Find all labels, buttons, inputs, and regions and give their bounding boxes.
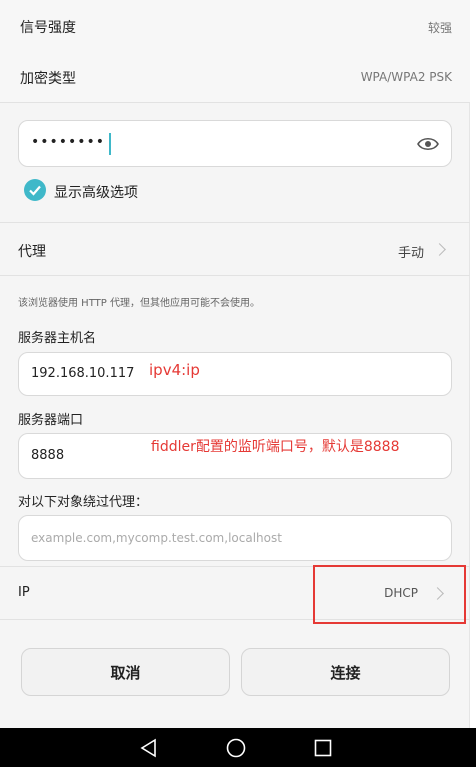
bypass-label: 对以下对象绕过代理：: [18, 495, 149, 510]
signal-label: 信号强度: [20, 20, 76, 36]
port-annotation: fiddler配置的监听端口号，默认是8888: [151, 439, 400, 455]
ip-label: IP: [18, 585, 30, 600]
password-field[interactable]: ••••••••: [18, 120, 452, 167]
recents-icon[interactable]: [314, 739, 332, 761]
proxy-label: 代理: [18, 244, 46, 260]
proxy-note: 该浏览器使用 HTTP 代理，但其他应用可能不会使用。: [18, 298, 260, 309]
encryption-row: 加密类型 WPA/WPA2 PSK: [0, 50, 470, 103]
signal-value: 较强: [427, 21, 452, 35]
encryption-value: WPA/WPA2 PSK: [360, 70, 452, 84]
scroll-edge: [469, 0, 476, 728]
chevron-right-icon: [433, 243, 446, 256]
port-value: 8888: [31, 448, 65, 463]
bypass-input[interactable]: example.com,mycomp.test.com,localhost: [18, 515, 452, 561]
bypass-placeholder: example.com,mycomp.test.com,localhost: [31, 531, 282, 545]
eye-icon[interactable]: [417, 135, 439, 157]
port-label: 服务器端口: [18, 413, 84, 428]
home-icon[interactable]: [226, 738, 246, 762]
hostname-input[interactable]: 192.168.10.117: [18, 352, 452, 396]
hostname-label: 服务器主机名: [18, 331, 97, 346]
proxy-value: 手动: [397, 246, 424, 261]
password-value: ••••••••: [31, 134, 106, 150]
encryption-label: 加密类型: [20, 71, 76, 87]
hostname-value: 192.168.10.117: [31, 366, 135, 381]
highlight-box: [313, 565, 466, 624]
back-icon[interactable]: [139, 738, 159, 762]
checkbox-checked-icon[interactable]: [24, 179, 46, 201]
hostname-annotation: ipv4:ip: [149, 361, 200, 379]
cancel-button[interactable]: 取消: [21, 648, 230, 696]
advanced-options-label: 显示高级选项: [54, 185, 138, 201]
system-nav-bar: [0, 728, 476, 767]
proxy-row[interactable]: 代理 手动: [0, 222, 470, 276]
signal-row: 信号强度 较强: [0, 0, 470, 51]
connect-button[interactable]: 连接: [241, 648, 450, 696]
text-cursor: [109, 133, 111, 155]
advanced-options-toggle[interactable]: 显示高级选项: [24, 179, 224, 203]
